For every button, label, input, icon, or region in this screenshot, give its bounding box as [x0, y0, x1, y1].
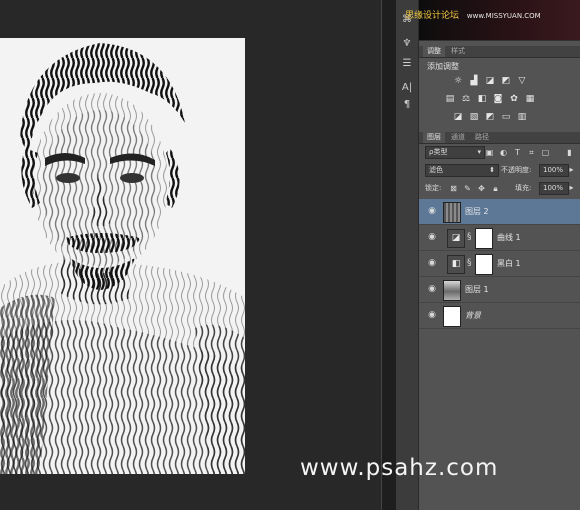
fill-label: 填充:: [515, 184, 532, 192]
opacity-label: 不透明度:: [501, 166, 532, 174]
lock-label: 锁定:: [425, 184, 442, 192]
layer-row-curves-1[interactable]: ◉ ◪ § 曲线 1: [419, 225, 580, 251]
document-canvas-area[interactable]: [0, 0, 381, 510]
eye-icon[interactable]: ◉: [427, 233, 437, 242]
adjustments-tabbar: 调整 样式: [419, 46, 580, 58]
threshold-icon[interactable]: ◩: [485, 113, 495, 122]
exposure-icon[interactable]: ◩: [501, 77, 511, 86]
eye-icon[interactable]: ◉: [427, 285, 437, 294]
fill-value: 100%: [543, 184, 564, 192]
fill-input[interactable]: 100%: [539, 182, 569, 195]
blend-mode-select[interactable]: 滤色 ⬍: [425, 164, 499, 177]
tab-styles[interactable]: 样式: [447, 46, 469, 57]
layer-mask-thumbnail[interactable]: [475, 254, 493, 275]
tab-paths[interactable]: 路径: [471, 132, 493, 143]
layer-row-layer-1[interactable]: ◉ 图层 1: [419, 277, 580, 303]
channel-mixer-icon[interactable]: ✿: [509, 95, 519, 104]
tab-channels[interactable]: 通道: [447, 132, 469, 143]
artwork-wavy-line-portrait[interactable]: [0, 38, 245, 474]
brightness-icon[interactable]: ☼: [453, 77, 463, 86]
color-lookup-icon[interactable]: ▦: [525, 95, 535, 104]
filter-smart-object-icon[interactable]: ▢: [541, 148, 550, 157]
filter-type-icon[interactable]: T: [513, 148, 522, 157]
chevron-down-icon: ▾: [477, 148, 481, 156]
eye-icon[interactable]: ◉: [427, 207, 437, 216]
curves-icon[interactable]: ◪: [485, 77, 495, 86]
link-chain-icon[interactable]: §: [467, 257, 473, 269]
vibrance-icon[interactable]: ▽: [517, 77, 527, 86]
layer-name[interactable]: 图层 1: [465, 284, 489, 295]
layer-row-layer-2[interactable]: ◉ 图层 2: [419, 199, 580, 225]
filter-pixel-icon[interactable]: ▣: [485, 148, 494, 157]
layers-tabbar: 图层 通道 路径: [419, 132, 580, 144]
watermark-url: www.MISSYUAN.COM: [466, 12, 541, 20]
photo-filter-icon[interactable]: ◙: [493, 95, 503, 104]
layer-thumbnail: [443, 202, 461, 223]
layer-filter-select[interactable]: ρ类型 ▾: [425, 146, 485, 159]
character-icon[interactable]: A|: [400, 82, 414, 94]
opacity-dropdown-icon[interactable]: ▸: [567, 165, 576, 174]
lock-transparent-icon[interactable]: ⊠: [449, 184, 458, 193]
panel-divider: [381, 0, 396, 510]
lock-pixels-icon[interactable]: ✎: [463, 184, 472, 193]
layer-row-black-white-1[interactable]: ◉ ◧ § 黑白 1: [419, 251, 580, 277]
hue-saturation-icon[interactable]: ▤: [445, 95, 455, 104]
opacity-value: 100%: [543, 166, 564, 174]
layer-mask-thumbnail[interactable]: [475, 228, 493, 249]
layer-thumbnail: [443, 280, 461, 301]
lock-position-icon[interactable]: ✥: [477, 184, 486, 193]
lock-all-icon[interactable]: 🔒︎: [491, 184, 500, 193]
tab-layers[interactable]: 图层: [423, 132, 445, 143]
gradient-map-icon[interactable]: ▭: [501, 113, 511, 122]
properties-icon[interactable]: ☰: [400, 58, 414, 70]
site-watermark: www.psahz.com: [300, 455, 499, 481]
layer-name[interactable]: 图层 2: [465, 206, 489, 217]
portrait-illustration: [0, 38, 245, 474]
blend-mode-value: 滤色: [429, 166, 443, 174]
layer-name[interactable]: 背景: [465, 310, 481, 321]
posterize-icon[interactable]: ▧: [469, 113, 479, 122]
layer-row-background[interactable]: ◉ 背景: [419, 303, 580, 329]
tab-adjustments[interactable]: 调整: [423, 46, 445, 57]
black-white-icon[interactable]: ◧: [477, 95, 487, 104]
add-adjustment-title: 添加调整: [427, 62, 459, 71]
forum-watermark: 思缘设计论坛 www.MISSYUAN.COM: [405, 8, 577, 22]
layer-filter-label: ρ类型: [429, 148, 448, 156]
layer-name[interactable]: 曲线 1: [497, 232, 521, 243]
eye-icon[interactable]: ◉: [427, 259, 437, 268]
filter-shape-icon[interactable]: ⌗: [527, 148, 536, 157]
paragraph-icon[interactable]: ¶: [400, 99, 414, 111]
eye-icon[interactable]: ◉: [427, 311, 437, 320]
filter-toggle-icon[interactable]: ▮: [565, 148, 574, 157]
chevron-down-icon: ⬍: [489, 166, 495, 174]
opacity-input[interactable]: 100%: [539, 164, 569, 177]
color-balance-icon[interactable]: ⚖: [461, 95, 471, 104]
filter-adjustment-icon[interactable]: ◐: [499, 148, 508, 157]
fill-dropdown-icon[interactable]: ▸: [567, 183, 576, 192]
curves-adjustment-icon: ◪: [447, 229, 465, 248]
panel-toolstrip: ⌘ ♆ ☰ A| ¶: [396, 0, 419, 510]
layer-name[interactable]: 黑白 1: [497, 258, 521, 269]
selective-color-icon[interactable]: ▥: [517, 113, 527, 122]
black-white-adjustment-icon: ◧: [447, 255, 465, 274]
watermark-cn: 思缘设计论坛: [405, 11, 460, 21]
link-chain-icon[interactable]: §: [467, 231, 473, 243]
layer-thumbnail: [443, 306, 461, 327]
panels-dock: 调整 样式 添加调整 ☼ ▟ ◪ ◩ ▽ ▤ ⚖ ◧ ◙ ✿ ▦ ◪ ▧ ◩ ▭…: [419, 0, 580, 510]
brush-settings-icon[interactable]: ♆: [400, 38, 414, 50]
invert-icon[interactable]: ◪: [453, 113, 463, 122]
levels-icon[interactable]: ▟: [469, 77, 479, 86]
